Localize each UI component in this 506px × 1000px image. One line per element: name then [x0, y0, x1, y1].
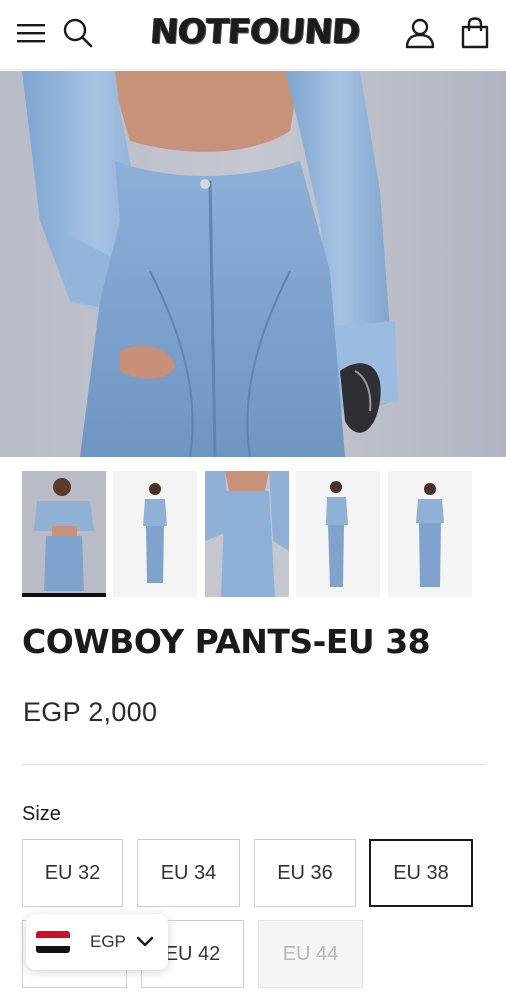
product-price: EGP 2,000 [23, 697, 158, 727]
product-thumbnails [22, 471, 506, 599]
size-label: Size [22, 803, 61, 825]
thumbnail-image [296, 471, 380, 597]
chevron-down-icon [136, 936, 154, 947]
product-title: COWBOY PANTS-EU 38 [22, 622, 431, 661]
thumbnail-4[interactable] [296, 471, 380, 597]
thumbnail-3[interactable] [205, 471, 289, 597]
thumbnail-image [388, 471, 472, 597]
search-icon [63, 18, 93, 48]
product-main-image[interactable] [0, 71, 506, 457]
thumbnail-5[interactable] [388, 471, 472, 597]
size-option-eu-38[interactable]: EU 38 [369, 839, 473, 907]
bag-icon [461, 17, 489, 49]
jeans-photo [22, 71, 398, 457]
currency-code: EGP [90, 932, 126, 951]
cart-button[interactable] [458, 15, 492, 51]
size-option-eu-44: EU 44 [258, 920, 363, 988]
size-option-eu-32[interactable]: EU 32 [22, 839, 123, 907]
size-option-eu-34[interactable]: EU 34 [137, 839, 240, 907]
thumbnail-2[interactable] [113, 471, 197, 597]
site-header: NOTFOUND [0, 0, 506, 70]
thumbnail-image [22, 471, 106, 597]
menu-button[interactable] [14, 15, 48, 51]
account-icon [405, 18, 435, 49]
menu-icon [17, 24, 45, 43]
currency-selector[interactable]: EGP [26, 914, 168, 970]
size-option-eu-36[interactable]: EU 36 [254, 839, 356, 907]
account-button[interactable] [403, 15, 437, 51]
thumbnail-image [205, 471, 289, 597]
egypt-flag-icon [36, 931, 70, 953]
thumbnail-image [113, 471, 197, 597]
search-button[interactable] [61, 15, 95, 51]
thumbnail-1[interactable] [22, 471, 106, 597]
brand-logo[interactable]: NOTFOUND [149, 12, 361, 52]
divider [22, 764, 484, 765]
